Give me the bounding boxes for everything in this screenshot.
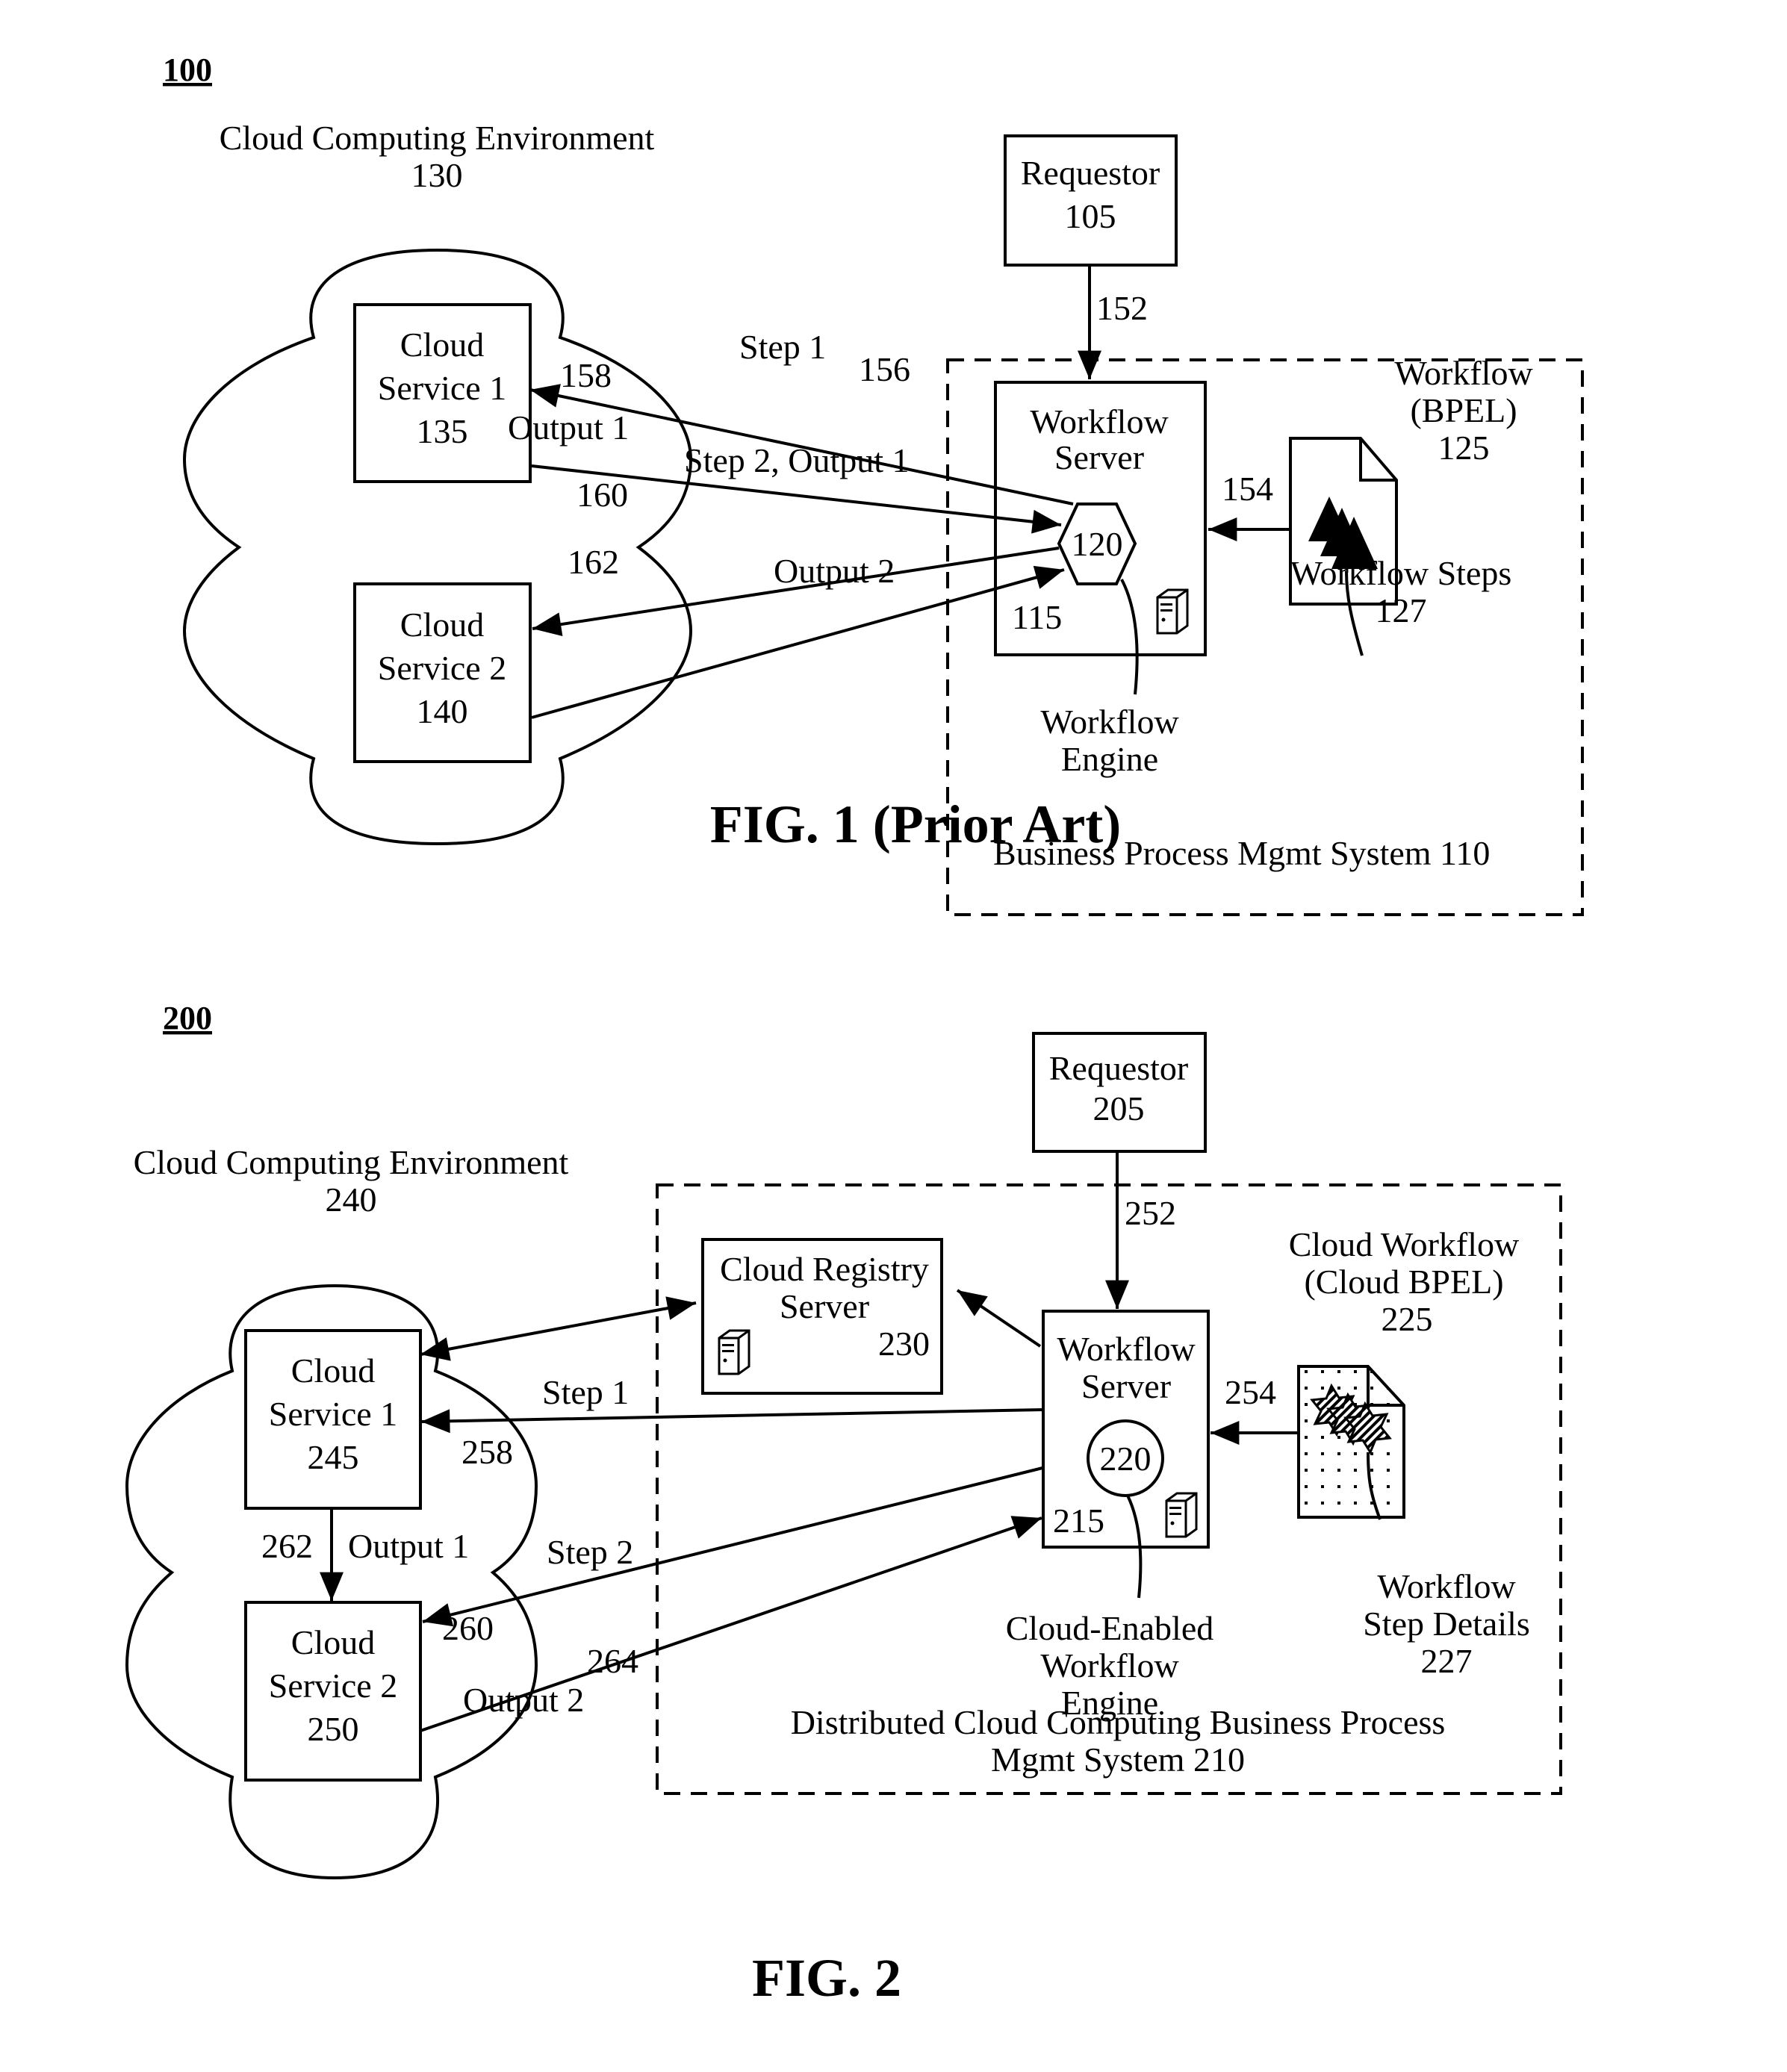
fig2-ref-number: 200 bbox=[163, 1000, 212, 1036]
fig2-label-252: 252 bbox=[1125, 1194, 1176, 1232]
fig2-label-258: 258 bbox=[461, 1433, 513, 1471]
fig2-registry-line1: Cloud Registry bbox=[720, 1250, 929, 1288]
fig2-arrow-cs1-registry bbox=[447, 1296, 697, 1351]
fig2-arrow-step1 bbox=[420, 1408, 1043, 1434]
fig1-output2-label: Output 2 bbox=[774, 552, 895, 590]
fig2-requestor-label: Requestor bbox=[1049, 1049, 1189, 1087]
fig1-cloud-env-number: 130 bbox=[411, 156, 463, 194]
figure-1: 100 Cloud Computing Environment 130 Clou… bbox=[163, 52, 1584, 916]
fig1-label-156: 156 bbox=[859, 350, 910, 388]
fig1-doc-number: 125 bbox=[1438, 429, 1490, 467]
fig1-steps-label: Workflow Steps bbox=[1290, 554, 1512, 592]
figure-2: 200 Cloud Computing Environment 240 Clou… bbox=[125, 1000, 1562, 2008]
fig1-requestor-label: Requestor bbox=[1021, 154, 1160, 192]
fig2-cs1-line2: Service 1 bbox=[269, 1395, 397, 1433]
fig2-doc-label-1: Cloud Workflow bbox=[1289, 1225, 1520, 1263]
fig2-cs1-number: 245 bbox=[308, 1438, 359, 1476]
fig1-requestor: Requestor 105 bbox=[1004, 134, 1178, 267]
fig2-doc-label-2: (Cloud BPEL) bbox=[1304, 1263, 1503, 1301]
fig1-caption: FIG. 1 (Prior Art) bbox=[710, 794, 1122, 854]
fig2-cs2-number: 250 bbox=[308, 1710, 359, 1748]
fig2-requestor-number: 205 bbox=[1093, 1089, 1145, 1127]
fig2-output1-label: Output 1 bbox=[348, 1527, 469, 1565]
fig1-label-162: 162 bbox=[568, 543, 619, 581]
fig2-registry-number: 230 bbox=[878, 1325, 930, 1363]
fig2-cs2-line1: Cloud bbox=[291, 1623, 375, 1661]
fig2-output2-label: Output 2 bbox=[463, 1681, 584, 1719]
fig2-ws-number: 215 bbox=[1053, 1502, 1104, 1540]
fig2-engine-label-2: Workflow bbox=[1040, 1646, 1179, 1684]
fig1-cs1-line2: Service 1 bbox=[378, 369, 506, 407]
fig1-cloud-service-1: Cloud Service 1 135 bbox=[353, 303, 532, 483]
fig2-cs1-line1: Cloud bbox=[291, 1351, 375, 1390]
fig2-cloud-service-1: Cloud Service 1 245 bbox=[244, 1329, 422, 1510]
fig2-registry-line2: Server bbox=[780, 1287, 869, 1325]
fig1-cs2-line2: Service 2 bbox=[378, 649, 506, 687]
fig2-bpm-label-2: Mgmt System 210 bbox=[991, 1740, 1245, 1779]
fig2-arrow-ws-registry bbox=[956, 1289, 1042, 1348]
fig1-steps-number: 127 bbox=[1376, 591, 1427, 629]
fig2-cloud-workflow-document bbox=[1297, 1365, 1405, 1519]
fig2-arrow-step2 bbox=[422, 1466, 1043, 1627]
fig2-cs2-line2: Service 2 bbox=[269, 1667, 397, 1705]
fig1-engine-number: 120 bbox=[1072, 525, 1123, 563]
fig2-caption: FIG. 2 bbox=[752, 1948, 901, 2008]
fig2-steps-number: 227 bbox=[1421, 1642, 1473, 1680]
fig1-label-158: 158 bbox=[560, 356, 612, 394]
fig2-steps-label-1: Workflow bbox=[1377, 1567, 1516, 1605]
fig2-engine-number: 220 bbox=[1100, 1440, 1152, 1478]
fig2-step2-label: Step 2 bbox=[547, 1533, 633, 1571]
fig2-cloud-service-2: Cloud Service 2 250 bbox=[244, 1601, 422, 1782]
fig1-cs2-line1: Cloud bbox=[400, 606, 484, 644]
server-icon bbox=[1156, 588, 1189, 635]
fig1-cloud-service-2: Cloud Service 2 140 bbox=[353, 582, 532, 763]
fig1-output1-label: Output 1 bbox=[508, 408, 629, 447]
fig2-workflow-engine: 220 bbox=[1087, 1419, 1164, 1497]
fig1-ws-number: 115 bbox=[1012, 598, 1062, 636]
fig2-doc-number: 225 bbox=[1382, 1300, 1433, 1338]
patent-drawing: 100 Cloud Computing Environment 130 Clou… bbox=[125, 52, 1584, 2008]
fig2-label-254: 254 bbox=[1225, 1373, 1276, 1411]
fig1-cloud-env-label: Cloud Computing Environment bbox=[220, 119, 655, 157]
fig2-arrow-registry-cs1 bbox=[420, 1337, 451, 1361]
fig1-ws-line2: Server bbox=[1054, 438, 1144, 476]
fig2-ws-line2: Server bbox=[1081, 1367, 1171, 1405]
fig1-ref-number: 100 bbox=[163, 52, 212, 88]
fig2-cloud-registry-server: Cloud Registry Server 230 bbox=[701, 1238, 943, 1395]
fig2-cloud-env-label: Cloud Computing Environment bbox=[134, 1143, 569, 1181]
fig1-step2-label: Step 2, Output 1 bbox=[684, 441, 910, 479]
fig1-doc-label-2: (BPEL) bbox=[1410, 391, 1517, 429]
fig2-ws-line1: Workflow bbox=[1057, 1330, 1196, 1368]
fig2-cloud-env-number: 240 bbox=[326, 1180, 377, 1219]
fig1-requestor-number: 105 bbox=[1065, 197, 1116, 235]
fig1-label-160: 160 bbox=[576, 476, 628, 514]
fig1-cs1-number: 135 bbox=[417, 412, 468, 450]
fig2-step1-label: Step 1 bbox=[542, 1373, 629, 1411]
fig2-label-260: 260 bbox=[442, 1609, 494, 1647]
fig1-arrow-output2 bbox=[531, 565, 1065, 719]
fig2-engine-label-1: Cloud-Enabled bbox=[1006, 1609, 1214, 1647]
fig2-requestor: Requestor 205 bbox=[1032, 1032, 1207, 1153]
fig1-engine-label-2: Engine bbox=[1061, 740, 1158, 778]
fig2-engine-label-3: Engine bbox=[1061, 1684, 1158, 1722]
fig1-step1-label: Step 1 bbox=[739, 328, 826, 366]
fig1-cs1-line1: Cloud bbox=[400, 326, 484, 364]
fig1-doc-label-1: Workflow bbox=[1394, 354, 1533, 392]
server-icon bbox=[718, 1329, 750, 1375]
fig1-ws-line1: Workflow bbox=[1030, 402, 1169, 441]
fig1-engine-label-1: Workflow bbox=[1040, 703, 1179, 741]
server-icon bbox=[1165, 1492, 1198, 1538]
fig2-steps-label-2: Step Details bbox=[1363, 1605, 1530, 1643]
fig2-label-264: 264 bbox=[587, 1642, 638, 1680]
fig1-label-152: 152 bbox=[1096, 289, 1148, 327]
fig1-label-154: 154 bbox=[1222, 470, 1273, 508]
fig1-cs2-number: 140 bbox=[417, 692, 468, 730]
fig2-label-262: 262 bbox=[261, 1527, 313, 1565]
